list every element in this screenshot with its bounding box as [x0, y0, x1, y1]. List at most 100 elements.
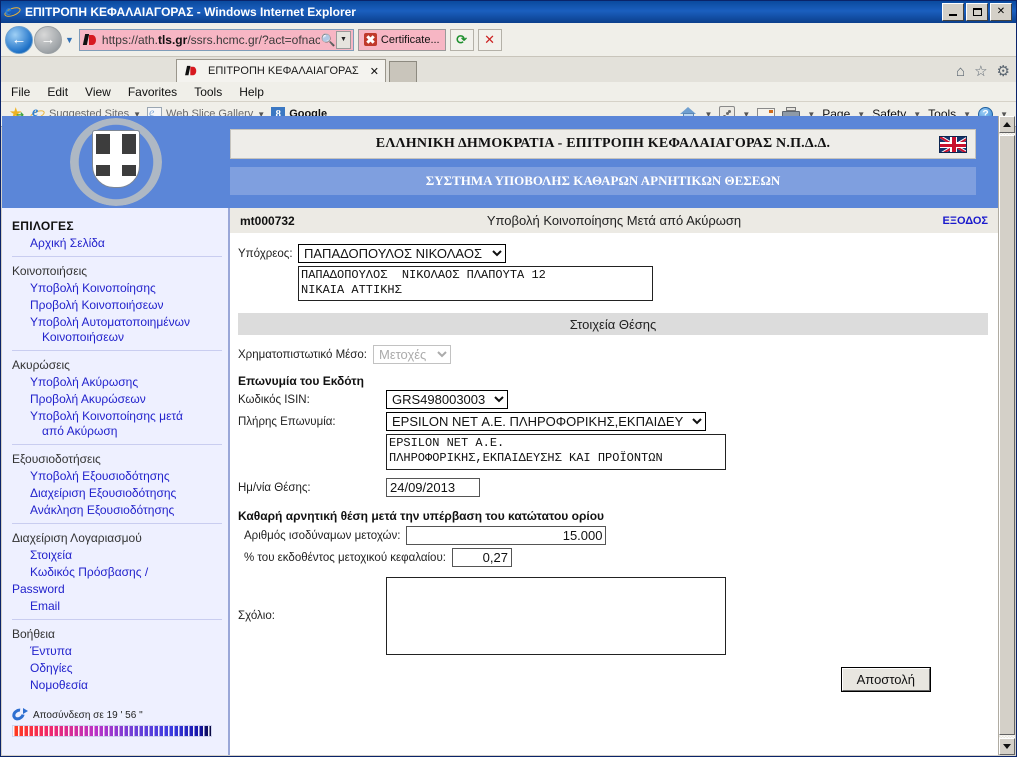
stop-icon[interactable]: ✕: [477, 28, 502, 51]
comment-label: Σχόλιο:: [238, 610, 275, 622]
percent-capital-input[interactable]: [451, 548, 512, 567]
sidebar: ΕΠΙΛΟΓΕΣ Αρχική Σελίδα Κοινοποιήσεις Υπο…: [2, 208, 230, 755]
web-page: ΕΛΛΗΝΙΚΗ ΔΗΜΟΚΡΑΤΙΑ - ΕΠΙΤΡΟΠΗ ΚΕΦΑΛΑΙΑΓ…: [2, 116, 998, 755]
maximize-button[interactable]: [966, 3, 988, 21]
main-content: mt000732 Υποβολή Κοινοποίησης Μετά από Α…: [230, 208, 998, 755]
sidebar-item-submit-automated[interactable]: Υποβολή Αυτοματοποιημένων Κοινοποιήσεων: [12, 314, 222, 346]
sidebar-item-label: Υποβολή Κοινοποίησης μετά: [30, 409, 183, 423]
window-buttons: ✕: [942, 3, 1012, 21]
browser-window: e ΕΠΙΤΡΟΠΗ ΚΕΦΑΛΑΙΑΓΟΡΑΣ - Windows Inter…: [0, 0, 1017, 757]
sidebar-item-legislation[interactable]: Νομοθεσία: [12, 677, 222, 694]
sidebar-item-label-line2: Κοινοποιήσεων: [42, 330, 124, 344]
full-name-details-row: EPSILON NET A.E. ΠΛΗΡΟΦΟΡΙΚΗΣ,ΕΚΠΑΙΔΕΥΣΗ…: [238, 434, 988, 470]
browser-tab[interactable]: ΕΠΙΤΡΟΠΗ ΚΕΦΑΛΑΙΑΓΟΡΑΣ ✕: [176, 59, 386, 82]
comment-textarea[interactable]: [386, 577, 726, 655]
menu-tools[interactable]: Tools: [194, 85, 222, 99]
certificate-label: Certificate...: [380, 33, 440, 46]
instrument-row: Χρηματοπιστωτικό Μέσο: Μετοχές: [238, 345, 988, 364]
recent-pages-chevron-down-icon[interactable]: ▼: [65, 35, 74, 45]
forward-button[interactable]: →: [34, 25, 62, 54]
position-date-input[interactable]: [386, 478, 480, 497]
window-title: ΕΠΙΤΡΟΠΗ ΚΕΦΑΛΑΙΑΓΟΡΑΣ - Windows Interne…: [25, 5, 356, 19]
position-date-label: Ημ/νία Θέσης:: [238, 481, 311, 494]
sidebar-item-account-details[interactable]: Στοιχεία: [12, 547, 222, 564]
sidebar-divider: [12, 444, 222, 445]
full-name-row: Πλήρης Επωνυμία: EPSILON NET Α.Ε. ΠΛΗΡΟΦ…: [238, 412, 988, 431]
menu-favorites[interactable]: Favorites: [128, 85, 177, 99]
search-icon[interactable]: 🔍: [320, 33, 336, 47]
organization-title-bar: ΕΛΛΗΝΙΚΗ ΔΗΜΟΚΡΑΤΙΑ - ΕΠΙΤΡΟΠΗ ΚΕΦΑΛΑΙΑΓ…: [230, 129, 976, 159]
sidebar-item-email[interactable]: Email: [12, 598, 222, 615]
session-timer-text: Αποσύνδεση σε 19 ' 56 ": [33, 709, 143, 721]
obligor-details-textarea[interactable]: ΠΑΠΑΔΟΠΟΥΛΟΣ ΝΙΚΟΛΑΟΣ ΠΛΑΠΟΥΤΑ 12 ΝΙΚΑΙΑ…: [298, 266, 653, 301]
address-chevron-down-icon[interactable]: ▼: [335, 30, 351, 49]
favorites-star-icon[interactable]: ☆: [974, 64, 987, 79]
uk-flag-icon[interactable]: [939, 136, 967, 153]
organization-title: ΕΛΛΗΝΙΚΗ ΔΗΜΟΚΡΑΤΙΑ - ΕΠΙΤΡΟΠΗ ΚΕΦΑΛΑΙΑΓ…: [375, 136, 831, 151]
tab-label: ΕΠΙΤΡΟΠΗ ΚΕΦΑΛΑΙΑΓΟΡΑΣ: [208, 65, 359, 77]
sidebar-item-submit-authorization[interactable]: Υποβολή Εξουσιοδότησης: [12, 468, 222, 485]
certificate-button[interactable]: Certificate...: [357, 28, 446, 51]
menu-help[interactable]: Help: [239, 85, 264, 99]
sidebar-item-label: Υποβολή Αυτοματοποιημένων: [30, 315, 190, 329]
back-button[interactable]: ←: [5, 25, 33, 54]
scroll-up-arrow[interactable]: [999, 116, 1015, 133]
menu-view[interactable]: View: [85, 85, 111, 99]
sidebar-item-revoke-authorization[interactable]: Ανάκληση Εξουσιοδότησης: [12, 502, 222, 519]
instrument-select[interactable]: Μετοχές: [372, 345, 451, 364]
sidebar-item-password[interactable]: Κωδικός Πρόσβασης /: [12, 564, 222, 581]
address-bar[interactable]: https://ath.tls.gr/ssrs.hcmc.gr/?act=ofn…: [78, 28, 354, 51]
obligor-details-row: ΠΑΠΑΔΟΠΟΥΛΟΣ ΝΙΚΟΛΑΟΣ ΠΛΑΠΟΥΤΑ 12 ΝΙΚΑΙΑ…: [238, 266, 988, 301]
sidebar-item-submit-after-cancellation[interactable]: Υποβολή Κοινοποίησης μετά από Ακύρωση: [12, 408, 222, 440]
submit-row: Αποστολή: [238, 658, 988, 692]
sidebar-item-submit-cancellation[interactable]: Υποβολή Ακύρωσης: [12, 374, 222, 391]
isin-label: Κωδικός ISIN:: [238, 393, 310, 406]
exit-link[interactable]: ΕΞΟΔΟΣ: [943, 215, 988, 227]
menu-file[interactable]: File: [11, 85, 30, 99]
menu-bar: File Edit View Favorites Tools Help: [1, 82, 1016, 102]
full-name-label: Πλήρης Επωνυμία:: [238, 415, 336, 428]
page-title: Υποβολή Κοινοποίησης Μετά από Ακύρωση: [486, 213, 742, 228]
tools-gear-icon[interactable]: ⚙: [997, 64, 1010, 79]
scroll-down-arrow[interactable]: [999, 738, 1015, 755]
sidebar-item-view-notifications[interactable]: Προβολή Κοινοποιήσεων: [12, 297, 222, 314]
section-header-position: Στοιχεία Θέσης: [238, 313, 988, 335]
equivalent-shares-input[interactable]: [406, 526, 607, 545]
sidebar-item-home[interactable]: Αρχική Σελίδα: [12, 235, 222, 252]
refresh-icon[interactable]: ⟳: [449, 28, 474, 51]
section-title: Στοιχεία Θέσης: [569, 316, 657, 332]
site-header: ΕΛΛΗΝΙΚΗ ΔΗΜΟΚΡΑΤΙΑ - ΕΠΙΤΡΟΠΗ ΚΕΦΑΛΑΙΑΓ…: [2, 116, 998, 208]
full-name-select[interactable]: EPSILON NET Α.Ε. ΠΛΗΡΟΦΟΡΙΚΗΣ,ΕΚΠΑΙΔΕΥ: [386, 412, 706, 431]
menu-edit[interactable]: Edit: [47, 85, 68, 99]
minimize-button[interactable]: [942, 3, 964, 21]
greek-coat-of-arms-icon: [70, 118, 162, 206]
page-scrollbar[interactable]: [998, 116, 1015, 755]
issuer-heading: Επωνυμία του Εκδότη: [238, 374, 364, 388]
percent-capital-label: % του εκδοθέντος μετοχικού κεφαλαίου:: [244, 551, 446, 564]
sidebar-group-help: Βοήθεια: [12, 627, 55, 641]
obligor-label: Υπόχρεος:: [238, 247, 293, 260]
scrollbar-track[interactable]: [999, 133, 1015, 738]
sidebar-item-label: Κωδικός Πρόσβασης /: [30, 565, 149, 579]
sidebar-item-forms[interactable]: Έντυπα: [12, 643, 222, 660]
scrollbar-thumb[interactable]: [999, 135, 1015, 735]
close-button[interactable]: ✕: [990, 3, 1012, 21]
sidebar-item-submit-notification[interactable]: Υποβολή Κοινοποίησης: [12, 280, 222, 297]
obligor-select[interactable]: ΠΑΠΑΔΟΠΟΥΛΟΣ ΝΙΚΟΛΑΟΣ: [298, 244, 506, 263]
new-tab-button[interactable]: [388, 61, 417, 82]
sidebar-item-view-cancellations[interactable]: Προβολή Ακυρώσεων: [12, 391, 222, 408]
system-title: ΣΥΣΤΗΜΑ ΥΠΟΒΟΛΗΣ ΚΑΘΑΡΩΝ ΑΡΝΗΤΙΚΩΝ ΘΕΣΕΩ…: [425, 173, 781, 188]
submit-button[interactable]: Αποστολή: [840, 667, 932, 692]
tab-favicon-icon: [185, 65, 199, 77]
sidebar-item-instructions[interactable]: Οδηγίες: [12, 660, 222, 677]
instrument-label: Χρηματοπιστωτικό Μέσο:: [238, 348, 367, 361]
sidebar-item-password-line2[interactable]: Password: [12, 581, 222, 598]
isin-select[interactable]: GRS498003003: [386, 390, 508, 409]
sidebar-divider: [12, 350, 222, 351]
home-icon[interactable]: ⌂: [956, 64, 965, 79]
tab-strip: ΕΠΙΤΡΟΠΗ ΚΕΦΑΛΑΙΑΓΟΡΑΣ ✕ ⌂ ☆ ⚙: [1, 57, 1016, 82]
tab-close-icon[interactable]: ✕: [370, 65, 379, 78]
issuer-details-textarea[interactable]: EPSILON NET A.E. ΠΛΗΡΟΦΟΡΙΚΗΣ,ΕΚΠΑΙΔΕΥΣΗ…: [386, 434, 726, 470]
system-title-bar: ΣΥΣΤΗΜΑ ΥΠΟΒΟΛΗΣ ΚΑΘΑΡΩΝ ΑΡΝΗΤΙΚΩΝ ΘΕΣΕΩ…: [230, 167, 976, 195]
sidebar-item-manage-authorization[interactable]: Διαχείριση Εξουσιοδότησης: [12, 485, 222, 502]
